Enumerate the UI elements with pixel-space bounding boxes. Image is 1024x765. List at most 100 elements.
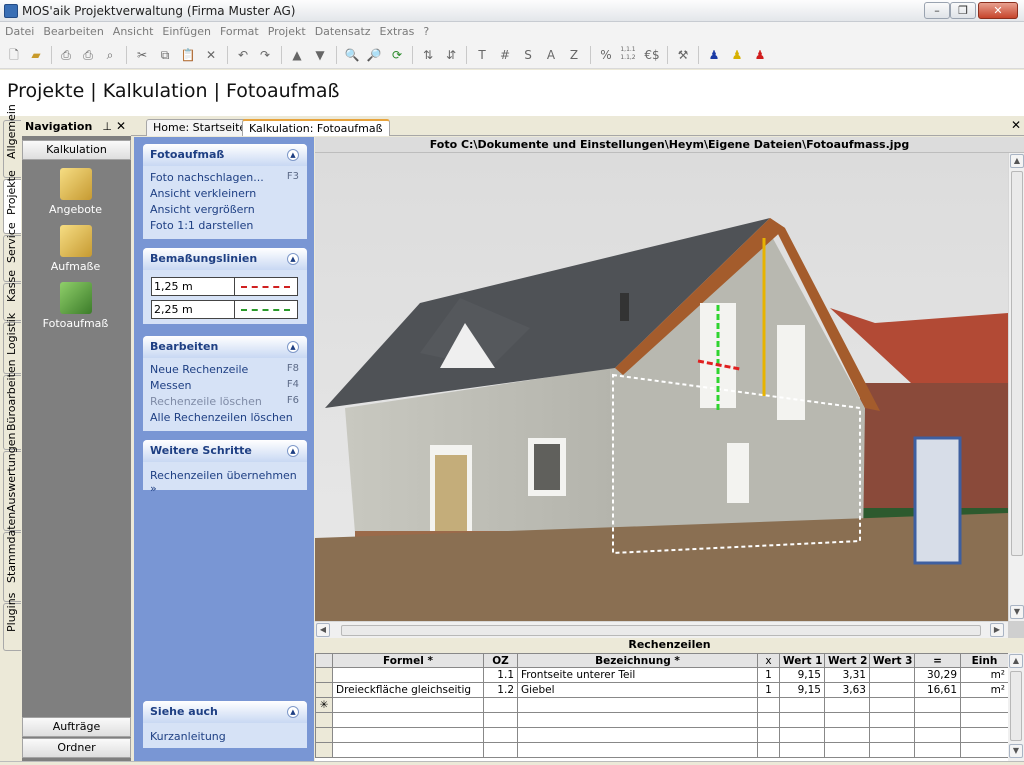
text-format-button[interactable]: T	[473, 46, 491, 64]
siehe-auch-panel-header[interactable]: Siehe auch ▲	[143, 701, 307, 723]
maximize-button[interactable]: ❐	[950, 2, 976, 19]
ansicht-verkleinern-link[interactable]: Ansicht verkleinern	[143, 186, 307, 202]
col-wert2[interactable]: Wert 2	[824, 653, 870, 668]
alle-rechenzeilen-loeschen-link[interactable]: Alle Rechenzeilen löschen	[143, 410, 307, 426]
collapse-chevron-icon[interactable]: ▲	[287, 149, 299, 161]
weitere-schritte-panel-header[interactable]: Weitere Schritte ▲	[143, 440, 307, 462]
menu-einfuegen[interactable]: Einfügen	[157, 22, 215, 38]
dimension-value[interactable]: 1,25 m	[154, 280, 193, 293]
a-format-button[interactable]: A	[542, 46, 560, 64]
row-selector[interactable]	[315, 682, 333, 698]
collapse-chevron-icon[interactable]: ▲	[287, 706, 299, 718]
cell-wert3[interactable]	[869, 667, 915, 683]
undo-icon[interactable]: ↶	[234, 46, 252, 64]
menu-datensatz[interactable]: Datensatz	[310, 22, 375, 38]
delete-icon[interactable]: ✕	[202, 46, 220, 64]
scroll-right-icon[interactable]: ▶	[990, 623, 1004, 637]
s-format-button[interactable]: S	[519, 46, 537, 64]
redo-icon[interactable]: ↷	[256, 46, 274, 64]
grid-vertical-scrollbar[interactable]: ▲ ▼	[1008, 653, 1024, 761]
cell-wert3[interactable]	[869, 682, 915, 698]
paste-icon[interactable]: 📋	[179, 46, 197, 64]
dimension-line-2[interactable]: 2,25 m	[151, 300, 298, 319]
percent-button[interactable]: %	[597, 46, 615, 64]
col-wert3[interactable]: Wert 3	[869, 653, 915, 668]
number-format-button[interactable]: #	[496, 46, 514, 64]
kalkulation-button[interactable]: Kalkulation	[22, 140, 131, 160]
vtab-plugins[interactable]: Plugins	[3, 593, 21, 651]
dimension-color-swatch[interactable]	[234, 278, 296, 295]
col-x[interactable]: x	[757, 653, 780, 668]
cell-wert2[interactable]: 3,31	[824, 667, 870, 683]
col-equals[interactable]: =	[914, 653, 961, 668]
copy-icon[interactable]: ⧉	[156, 46, 174, 64]
search-icon[interactable]: 🔍	[343, 46, 361, 64]
collapse-chevron-icon[interactable]: ▲	[287, 341, 299, 353]
z-format-button[interactable]: Z	[565, 46, 583, 64]
user-red-icon[interactable]: ♟	[751, 46, 769, 64]
pin-icon[interactable]: ⊥	[102, 120, 112, 133]
messen-link[interactable]: Messen F4	[143, 378, 307, 394]
scroll-thumb[interactable]	[1010, 671, 1022, 741]
ansicht-vergroessern-link[interactable]: Ansicht vergrößern	[143, 202, 307, 218]
row-selector[interactable]	[315, 667, 333, 683]
scroll-up-icon[interactable]: ▲	[1010, 154, 1024, 168]
print-preview-icon[interactable]: ⌕	[101, 46, 119, 64]
house-photo[interactable]	[315, 153, 1008, 621]
fotoaufmass-panel-header[interactable]: Fotoaufmaß ▲	[143, 144, 307, 166]
close-button[interactable]: ✕	[978, 2, 1018, 19]
bearbeiten-panel-header[interactable]: Bearbeiten ▲	[143, 336, 307, 358]
dimension-color-swatch[interactable]	[234, 301, 296, 318]
open-folder-icon[interactable]: ▰	[27, 46, 45, 64]
move-up-icon[interactable]: ▲	[288, 46, 306, 64]
dimension-value[interactable]: 2,25 m	[154, 303, 193, 316]
tools-icon[interactable]: ⚒	[674, 46, 692, 64]
rechenzeilen-uebernehmen-link[interactable]: Rechenzeilen übernehmen »	[143, 468, 307, 495]
cell-einh[interactable]: m²	[960, 682, 1009, 698]
bemassungslinien-panel-header[interactable]: Bemaßungslinien ▲	[143, 248, 307, 270]
table-row[interactable]: Dreieckfläche gleichseitig 1.2 Giebel 1 …	[315, 682, 1009, 698]
cell-formel[interactable]	[332, 667, 484, 683]
cell-oz[interactable]: 1.2	[483, 682, 518, 698]
photo-vertical-scrollbar[interactable]: ▲ ▼	[1008, 153, 1024, 621]
minimize-button[interactable]: –	[924, 2, 950, 19]
new-row[interactable]: ✳	[315, 697, 1009, 713]
table-row[interactable]: 1.1 Frontseite unterer Teil 1 9,15 3,31 …	[315, 667, 1009, 683]
user-blue-icon[interactable]: ♟	[705, 46, 723, 64]
cell-einh[interactable]: m²	[960, 667, 1009, 683]
nav-item-angebote[interactable]: Angebote	[22, 168, 129, 216]
cell-oz[interactable]: 1.1	[483, 667, 518, 683]
menu-format[interactable]: Format	[215, 22, 263, 38]
scroll-thumb[interactable]	[1011, 171, 1023, 556]
new-document-icon[interactable]: 🗋	[5, 46, 23, 64]
decimal-format-button[interactable]: 1,1.1 1.1,2	[619, 46, 637, 64]
tab-kalkulation-fotoaufmass[interactable]: Kalkulation: Fotoaufmaß	[242, 119, 390, 136]
col-oz[interactable]: OZ	[483, 653, 518, 668]
user-yellow-icon[interactable]: ♟	[728, 46, 746, 64]
vtab-stammdaten[interactable]: Stammdaten	[3, 512, 21, 602]
cell-wert1[interactable]: 9,15	[779, 682, 825, 698]
menu-extras[interactable]: Extras	[375, 22, 419, 38]
nav-item-fotoaufmass[interactable]: Fotoaufmaß	[22, 282, 129, 330]
kurzanleitung-link[interactable]: Kurzanleitung	[143, 729, 307, 745]
cell-bezeichnung[interactable]: Giebel	[517, 682, 758, 698]
foto-nachschlagen-link[interactable]: Foto nachschlagen... F3	[143, 170, 307, 186]
cell-x[interactable]: 1	[757, 667, 780, 683]
move-down-icon[interactable]: ▼	[311, 46, 329, 64]
col-formel[interactable]: Formel *	[332, 653, 484, 668]
scroll-down-icon[interactable]: ▼	[1009, 744, 1023, 758]
col-wert1[interactable]: Wert 1	[779, 653, 825, 668]
col-einh[interactable]: Einh	[960, 653, 1009, 668]
nav-item-aufmasse[interactable]: Aufmaße	[22, 225, 129, 273]
neue-rechenzeile-link[interactable]: Neue Rechenzeile F8	[143, 362, 307, 378]
search-advanced-icon[interactable]: 🔎	[365, 46, 383, 64]
scroll-thumb[interactable]	[341, 625, 981, 636]
cell-result[interactable]: 16,61	[914, 682, 961, 698]
menu-bearbeiten[interactable]: Bearbeiten	[38, 22, 107, 38]
ordner-button[interactable]: Ordner	[22, 738, 131, 758]
cell-result[interactable]: 30,29	[914, 667, 961, 683]
scroll-left-icon[interactable]: ◀	[316, 623, 330, 637]
menu-projekt[interactable]: Projekt	[263, 22, 310, 38]
menu-datei[interactable]: Datei	[0, 22, 38, 38]
col-bezeichnung[interactable]: Bezeichnung *	[517, 653, 758, 668]
